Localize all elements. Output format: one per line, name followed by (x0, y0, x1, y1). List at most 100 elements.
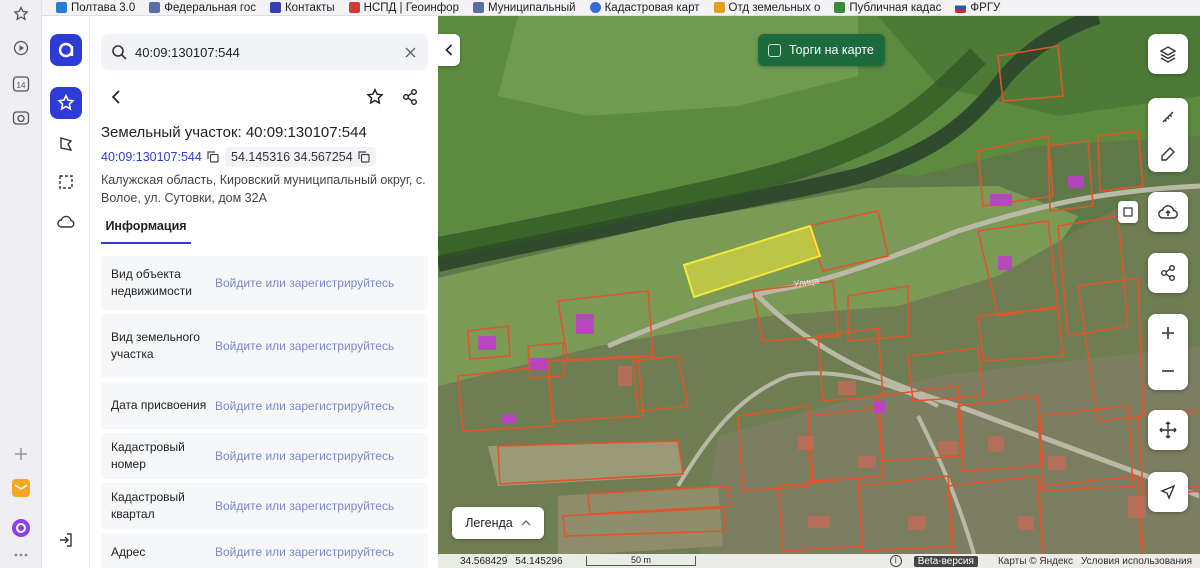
login-icon[interactable] (50, 524, 82, 556)
map-status-bar: 34.568429 54.145296 50 m i Beta-версия К… (438, 554, 1200, 568)
bookmark-label: Федеральная гос (164, 1, 256, 14)
info-row-object-type: Вид объекта недвижимости Войдите или зар… (101, 256, 428, 310)
collapse-panel-button[interactable] (438, 34, 460, 66)
bookmark-public-cadastral[interactable]: Публичная кадас (834, 2, 941, 14)
more-icon[interactable] (11, 545, 31, 565)
map-view[interactable]: Улица Торги на карте Легенда 34.568429 5… (438, 16, 1200, 568)
auctions-label: Торги на карте (789, 43, 874, 57)
cloud-icon[interactable] (50, 206, 82, 238)
bookmark-municipal[interactable]: Муниципальный (472, 2, 576, 14)
bookmark-favicon-icon (834, 2, 846, 13)
search-icon (111, 44, 127, 60)
login-register-link[interactable]: Войдите или зарегистрируйтесь (215, 339, 394, 353)
login-register-link[interactable]: Войдите или зарегистрируйтесь (215, 276, 394, 290)
info-row-address: Адрес Войдите или зарегистрируйтесь (101, 533, 428, 568)
info-row-label: Кадастровый квартал (111, 490, 185, 521)
search-box (101, 34, 428, 70)
info-row-label: Вид земельного участка (111, 330, 200, 361)
zoom-in-icon[interactable] (1161, 326, 1175, 340)
cloud-upload-icon (1158, 205, 1178, 219)
pan-button[interactable] (1148, 410, 1188, 450)
back-button[interactable] (103, 84, 129, 110)
bookmark-favicon-icon (56, 2, 67, 13)
cadastral-number-chip[interactable]: 40:09:130107:544 (101, 147, 219, 167)
select-area-icon[interactable] (50, 166, 82, 198)
legend-button[interactable]: Легенда (452, 507, 544, 539)
geolocation-button[interactable] (1148, 472, 1188, 512)
clear-search-icon[interactable] (405, 47, 416, 58)
favorites-star-icon[interactable] (50, 87, 82, 119)
upload-button[interactable] (1148, 192, 1188, 232)
cadastral-number-link[interactable]: 40:09:130107:544 (101, 150, 202, 164)
copy-icon[interactable] (207, 151, 219, 163)
mail-app-icon[interactable] (11, 478, 31, 498)
info-row-label: Кадастровый номер (111, 440, 185, 471)
ruler-icon[interactable] (1160, 109, 1176, 125)
bookmark-favicon-icon (149, 2, 161, 13)
calendar-icon[interactable]: 14 (11, 74, 31, 94)
camera-icon[interactable] (11, 108, 31, 128)
browser-sidebar: 14 (0, 0, 42, 568)
star-icon[interactable] (11, 4, 31, 24)
tab-info[interactable]: Информация (101, 216, 191, 244)
object-info-panel: Земельный участок: 40:09:130107:544 40:0… (90, 16, 438, 568)
chevron-left-icon (445, 44, 453, 56)
bookmark-label: Полтава 3.0 (71, 1, 136, 14)
bookmark-favicon-icon (472, 2, 484, 13)
map-share-button[interactable] (1148, 253, 1188, 293)
bookmark-land-dept[interactable]: Отд земельных о (713, 1, 821, 14)
search-input[interactable] (135, 44, 385, 60)
share-icon (1161, 265, 1175, 281)
bookmark-cadastral-map[interactable]: Кадастровая карт (589, 2, 700, 14)
bookmark-federal[interactable]: Федеральная гос (149, 2, 256, 14)
share-icon (403, 89, 417, 105)
info-row-cadastral-quarter: Кадастровый квартал Войдите или зарегист… (101, 483, 428, 529)
beta-badge[interactable]: Beta-версия (913, 555, 978, 567)
draw-polygon-icon[interactable] (50, 128, 82, 160)
coordinates-chip[interactable]: 54.145316 34.567254 (225, 147, 376, 167)
info-row-label: Адрес (111, 544, 146, 559)
satellite-map[interactable]: Улица (438, 16, 1200, 568)
bookmark-nspd[interactable]: НСПД | Геоинфор (348, 2, 459, 14)
login-register-link[interactable]: Войдите или зарегистрируйтесь (215, 545, 394, 559)
map-small-button[interactable] (1118, 201, 1138, 223)
bookmark-favicon-icon (713, 2, 725, 13)
coords-lat: 54.145296 (515, 555, 563, 567)
map-scale: 50 m (586, 556, 696, 566)
bookmark-frgu[interactable]: ФРГУ (955, 2, 1000, 14)
scale-label: 50 m (630, 555, 651, 565)
bookmark-contacts[interactable]: Контакты (269, 1, 335, 14)
copy-icon[interactable] (358, 151, 370, 163)
app-logo-icon[interactable] (50, 34, 82, 66)
layers-button[interactable] (1148, 34, 1188, 74)
bookmark-label: Отд земельных о (728, 1, 821, 14)
favorite-button[interactable] (362, 84, 388, 110)
info-row-land-type: Вид земельного участка Войдите или зарег… (101, 314, 428, 378)
play-icon[interactable] (11, 38, 31, 58)
info-icon[interactable]: i (889, 555, 902, 567)
share-button[interactable] (397, 84, 423, 110)
edit-icon[interactable] (1160, 146, 1176, 162)
bookmark-label: Контакты (284, 1, 335, 14)
location-arrow-icon (1160, 484, 1176, 500)
bookmark-favicon-icon (589, 2, 601, 13)
bookmark-label: Публичная кадас (849, 1, 942, 14)
info-row-assign-date: Дата присвоения Войдите или зарегистриру… (101, 382, 428, 429)
zoom-out-icon[interactable] (1161, 364, 1175, 378)
auctions-checkbox[interactable] (768, 43, 781, 57)
coords-lon: 34.568429 (460, 555, 508, 567)
login-register-link[interactable]: Войдите или зарегистрируйтесь (215, 449, 394, 463)
coordinates-value: 54.145316 34.567254 (231, 150, 353, 164)
map-attribution[interactable]: Карты © Яндекс (998, 556, 1073, 567)
login-register-link[interactable]: Войдите или зарегистрируйтесь (215, 499, 394, 513)
terms-link[interactable]: Условия использования (1081, 556, 1192, 567)
app-navigation (42, 16, 90, 568)
bookmark-favicon-icon (955, 2, 967, 13)
auctions-toggle[interactable]: Торги на карте (758, 34, 885, 66)
login-register-link[interactable]: Войдите или зарегистрируйтесь (215, 399, 394, 413)
bookmark-poltava[interactable]: Полтава 3.0 (56, 2, 135, 14)
bookmark-favicon-icon (269, 2, 281, 13)
legend-label: Легенда (465, 516, 513, 530)
alice-icon[interactable] (11, 518, 31, 538)
plus-icon[interactable] (11, 444, 31, 464)
